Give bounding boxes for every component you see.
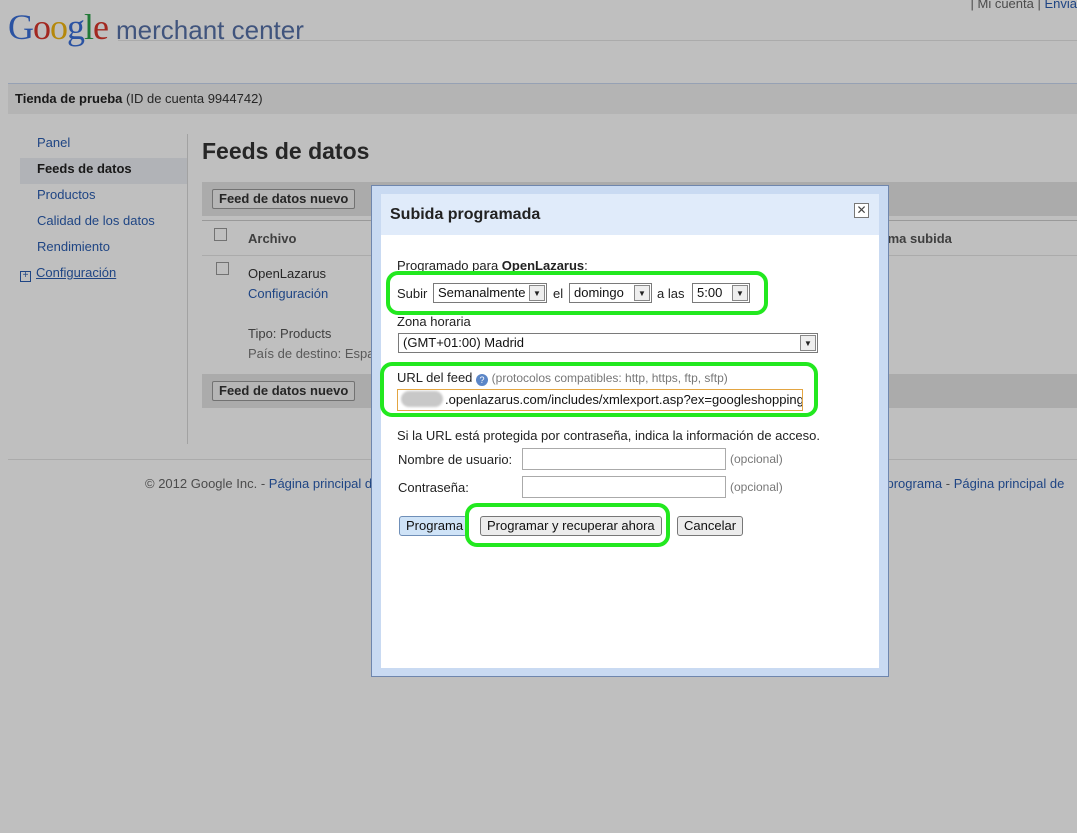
username-input[interactable]	[522, 448, 726, 470]
highlight-schedule-row	[386, 271, 768, 315]
close-icon[interactable]: ✕	[854, 203, 869, 218]
cancel-button[interactable]: Cancelar	[677, 516, 744, 536]
dialog-title: Subida programada	[390, 206, 541, 223]
password-input[interactable]	[522, 476, 726, 498]
scheduled-upload-dialog: Subida programada ✕ Programado para Open…	[371, 185, 889, 677]
password-hint: Si la URL está protegida por contraseña,…	[397, 428, 820, 443]
password-optional: (opcional)	[730, 480, 783, 494]
password-label: Contraseña:	[398, 480, 469, 495]
dialog-body: Subida programada ✕ Programado para Open…	[381, 194, 879, 668]
timezone-value: (GMT+01:00) Madrid	[403, 335, 525, 350]
highlight-feed-url	[380, 362, 818, 417]
dialog-title-bar: Subida programada ✕	[381, 194, 879, 235]
highlight-fetch-now-button	[465, 503, 670, 547]
schedule-button[interactable]: Programa	[399, 516, 467, 536]
username-optional: (opcional)	[730, 452, 783, 466]
timezone-label: Zona horaria	[397, 314, 471, 329]
chevron-down-icon[interactable]: ▼	[800, 335, 816, 351]
username-label: Nombre de usuario:	[398, 452, 513, 467]
timezone-select[interactable]: (GMT+01:00) Madrid ▼	[398, 333, 818, 353]
